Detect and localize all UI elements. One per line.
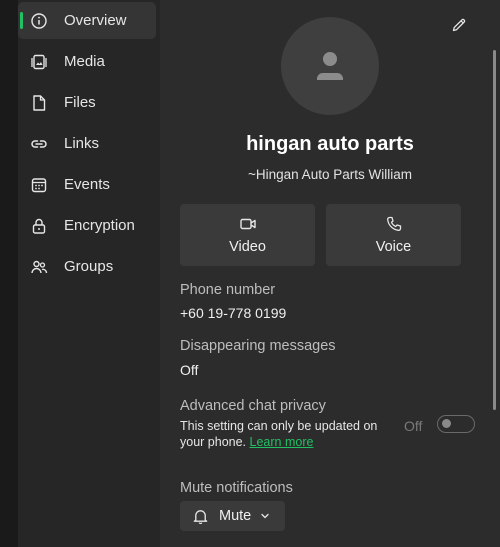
disappearing-messages-value[interactable]: Off <box>180 362 198 378</box>
link-icon <box>30 135 48 153</box>
contact-info-sidebar: Overview Media Files Links Events Encryp… <box>18 0 160 547</box>
privacy-toggle-state: Off <box>404 418 423 434</box>
chevron-down-icon <box>261 513 269 519</box>
video-camera-icon <box>239 218 256 230</box>
sidebar-item-label: Links <box>64 135 100 152</box>
mute-notifications-label: Mute notifications <box>180 480 293 496</box>
calendar-icon <box>30 176 48 194</box>
lock-icon <box>30 217 48 235</box>
phone-icon <box>386 216 401 231</box>
sidebar-item-label: Media <box>64 53 105 70</box>
phone-number-value[interactable]: +60 19-778 0199 <box>180 305 286 321</box>
sidebar-item-label: Files <box>64 94 96 111</box>
voice-label: Voice <box>375 239 412 255</box>
sidebar-item-media[interactable]: Media <box>18 43 156 80</box>
info-icon <box>30 12 48 30</box>
sidebar-item-overview[interactable]: Overview <box>18 2 156 39</box>
advanced-chat-privacy-label: Advanced chat privacy <box>180 398 326 414</box>
sidebar-item-label: Groups <box>64 258 114 275</box>
video-label: Video <box>229 239 266 255</box>
file-icon <box>30 94 48 112</box>
bell-icon <box>193 509 208 524</box>
phone-number-label: Phone number <box>180 282 276 298</box>
sidebar-item-encryption[interactable]: Encryption <box>18 207 156 244</box>
person-icon <box>316 52 344 80</box>
avatar[interactable] <box>281 17 379 115</box>
voice-call-button[interactable]: Voice <box>326 204 461 266</box>
mute-label: Mute <box>219 508 252 524</box>
left-edge-strip <box>0 0 18 547</box>
sidebar-item-links[interactable]: Links <box>18 125 156 162</box>
contact-info-window: Overview Media Files Links Events Encryp… <box>0 0 500 547</box>
media-icon <box>30 53 48 71</box>
contact-overview-panel: hingan auto parts ~Hingan Auto Parts Wil… <box>160 0 500 547</box>
learn-more-link[interactable]: Learn more <box>250 435 314 449</box>
pencil-icon <box>452 18 466 32</box>
sidebar-item-label: Events <box>64 176 110 193</box>
contact-subtitle: ~Hingan Auto Parts William <box>248 167 412 182</box>
sidebar-item-label: Overview <box>64 12 127 29</box>
sidebar-item-events[interactable]: Events <box>18 166 156 203</box>
privacy-toggle[interactable] <box>437 415 475 433</box>
scrollbar[interactable] <box>493 50 496 410</box>
groups-icon <box>30 258 48 276</box>
sidebar-item-label: Encryption <box>64 217 135 234</box>
contact-name: hingan auto parts <box>246 133 414 155</box>
edit-button[interactable] <box>448 14 470 36</box>
sidebar-item-files[interactable]: Files <box>18 84 156 121</box>
video-call-button[interactable]: Video <box>180 204 315 266</box>
sidebar-item-groups[interactable]: Groups <box>18 248 156 285</box>
toggle-knob <box>442 419 451 428</box>
privacy-description: This setting can only be updated on your… <box>180 418 390 450</box>
disappearing-messages-label: Disappearing messages <box>180 338 336 354</box>
mute-dropdown-button[interactable]: Mute <box>180 501 285 531</box>
